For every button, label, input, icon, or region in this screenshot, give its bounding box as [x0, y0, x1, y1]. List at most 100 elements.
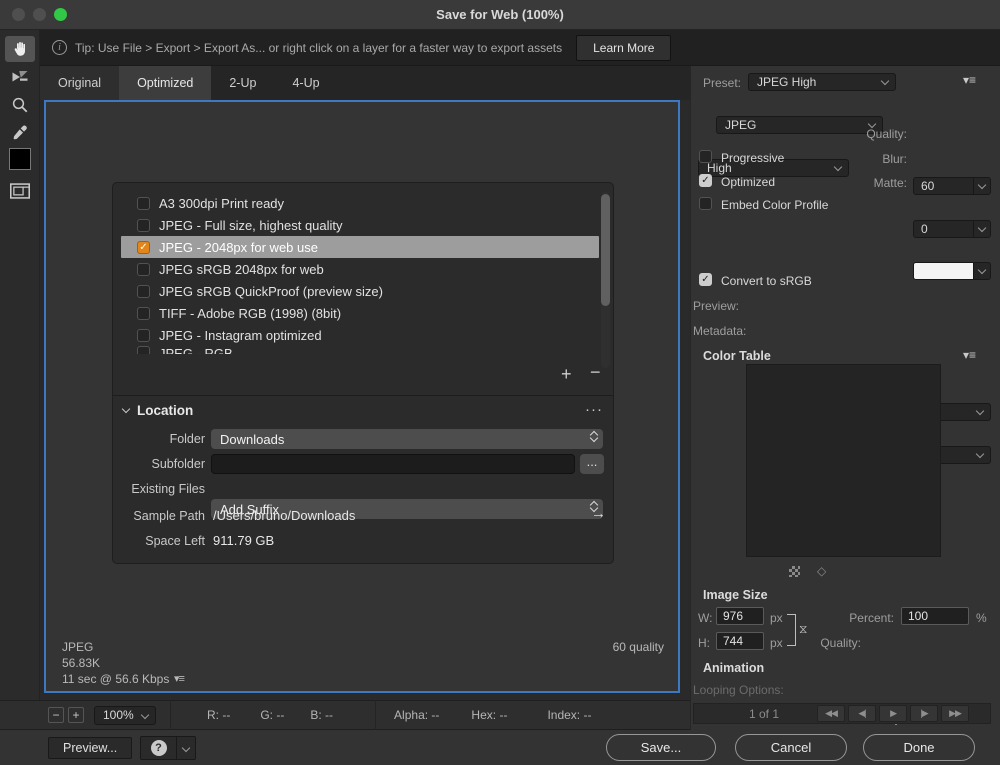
previous-frame-button[interactable]: ◀| — [848, 705, 876, 722]
frame-counter: 1 of 1 — [749, 707, 779, 721]
list-item[interactable]: JPEG - Instagram optimized — [121, 324, 599, 346]
folder-label: Folder — [117, 432, 205, 446]
list-item[interactable]: JPEG sRGB 2048px for web — [121, 258, 599, 280]
zoom-in-button[interactable]: + — [68, 707, 84, 723]
browser-dropdown-toggle[interactable] — [177, 737, 195, 759]
height-field[interactable]: 744 — [716, 632, 764, 650]
location-section-header[interactable]: Location — [123, 403, 193, 418]
chevron-down-icon — [122, 405, 130, 413]
checkbox[interactable] — [137, 263, 150, 276]
save-button[interactable]: Save... — [606, 734, 716, 761]
subfolder-label: Subfolder — [117, 457, 205, 471]
zoom-out-button[interactable]: − — [48, 707, 64, 723]
metadata-label: Metadata: — [693, 324, 746, 338]
format-dropdown[interactable]: JPEG — [716, 116, 883, 134]
checkbox[interactable] — [137, 346, 150, 354]
status-menu-icon[interactable]: ▾≡ — [174, 672, 184, 685]
progressive-checkbox[interactable] — [699, 150, 712, 163]
height-unit: px — [770, 636, 783, 650]
checkbox[interactable] — [137, 307, 150, 320]
open-path-icon[interactable]: → — [591, 505, 606, 522]
zoom-tool[interactable] — [5, 92, 35, 118]
width-field[interactable]: 976 — [716, 607, 764, 625]
percent-field[interactable]: 100 — [901, 607, 969, 625]
scrollbar-thumb[interactable] — [601, 194, 610, 306]
checkbox[interactable] — [137, 241, 150, 254]
optimized-label: Optimized — [721, 175, 775, 189]
hex-readout: Hex: -- — [471, 708, 507, 722]
percent-unit: % — [976, 611, 987, 625]
zoom-level-dropdown[interactable]: 100% — [94, 706, 156, 725]
divider — [170, 700, 171, 730]
animation-header: Animation — [703, 661, 764, 675]
add-preset-button[interactable]: + — [561, 367, 572, 381]
list-item[interactable]: TIFF - Adobe RGB (1998) (8bit) — [121, 302, 599, 324]
optimized-checkbox[interactable] — [699, 174, 712, 187]
slice-select-tool[interactable] — [5, 64, 35, 90]
next-frame-button[interactable]: |▶ — [910, 705, 938, 722]
list-item[interactable]: A3 300dpi Print ready — [121, 192, 599, 214]
default-browser-icon[interactable]: ? — [141, 737, 177, 759]
embed-profile-label: Embed Color Profile — [721, 198, 828, 212]
eyedropper-tool[interactable] — [5, 120, 35, 146]
chevron-down-icon — [976, 407, 984, 415]
hand-tool[interactable] — [5, 36, 35, 62]
list-item-selected[interactable]: JPEG - 2048px for web use — [121, 236, 599, 258]
learn-more-button[interactable]: Learn More — [576, 35, 671, 61]
tab-original[interactable]: Original — [40, 66, 119, 100]
preview-in-browser-button[interactable]: Preview... — [48, 737, 132, 759]
export-preset-panel: A3 300dpi Print ready JPEG - Full size, … — [112, 182, 614, 564]
preset-list: A3 300dpi Print ready JPEG - Full size, … — [119, 188, 609, 370]
resample-quality-label: Quality: — [817, 636, 861, 650]
color-swatch[interactable] — [9, 148, 31, 170]
first-frame-button[interactable]: ◀◀ — [817, 705, 845, 722]
play-button[interactable]: ▶ — [879, 705, 907, 722]
color-table-menu-icon[interactable]: ▾≡ — [963, 348, 976, 362]
folder-select[interactable]: Downloads — [211, 429, 603, 449]
checkbox[interactable] — [137, 329, 150, 342]
remove-preset-button[interactable]: − — [590, 365, 601, 379]
list-item-clipped[interactable]: JPEG - RGB — [121, 346, 599, 354]
link-dimensions-bracket — [787, 614, 796, 646]
browser-select-button[interactable]: ? — [140, 736, 196, 760]
quality-field[interactable]: 60 — [913, 177, 991, 195]
alpha-readout: Alpha: -- — [394, 708, 439, 722]
tab-optimized[interactable]: Optimized — [119, 66, 211, 100]
subfolder-input[interactable] — [211, 454, 575, 474]
cancel-button[interactable]: Cancel — [735, 734, 847, 761]
chain-link-icon[interactable]: ⧖ — [799, 622, 807, 637]
embed-profile-checkbox[interactable] — [699, 197, 712, 210]
list-scrollbar[interactable] — [601, 192, 610, 368]
list-item[interactable]: JPEG sRGB QuickProof (preview size) — [121, 280, 599, 302]
browse-button[interactable]: ... — [580, 454, 604, 474]
toggle-slices-visibility[interactable] — [5, 178, 35, 204]
blur-slider-toggle[interactable] — [973, 221, 990, 237]
hand-icon — [11, 40, 29, 58]
width-unit: px — [770, 611, 783, 625]
tab-2up[interactable]: 2-Up — [211, 66, 274, 100]
location-menu-icon[interactable]: ··· — [585, 401, 603, 418]
convert-srgb-checkbox[interactable] — [699, 273, 712, 286]
panel-menu-icon[interactable]: ▾≡ — [963, 73, 976, 87]
matte-swatch[interactable] — [913, 262, 991, 280]
last-frame-button[interactable]: ▶▶ — [941, 705, 969, 722]
tab-4up[interactable]: 4-Up — [274, 66, 337, 100]
list-item[interactable]: JPEG - Full size, highest quality — [121, 214, 599, 236]
checkbox[interactable] — [137, 197, 150, 210]
matte-dropdown-toggle[interactable] — [973, 263, 990, 279]
checkbox[interactable] — [137, 285, 150, 298]
done-button[interactable]: Done — [863, 734, 975, 761]
space-left-label: Space Left — [117, 534, 205, 548]
dither-transparency-icon[interactable] — [789, 566, 800, 577]
footer: Preview... ? Save... Cancel Done — [0, 730, 1000, 765]
preset-dropdown[interactable]: JPEG High — [748, 73, 896, 91]
preview-label: Preview: — [693, 299, 739, 313]
web-shift-icon[interactable]: ◇ — [817, 564, 826, 578]
color-table-header: Color Table — [703, 349, 771, 363]
tip-text: Tip: Use File > Export > Export As... or… — [75, 41, 562, 55]
quality-slider-toggle[interactable] — [973, 178, 990, 194]
chevron-down-icon — [182, 744, 190, 752]
blur-field[interactable]: 0 — [913, 220, 991, 238]
checkbox[interactable] — [137, 219, 150, 232]
optimized-preview-canvas[interactable]: A3 300dpi Print ready JPEG - Full size, … — [44, 100, 680, 693]
